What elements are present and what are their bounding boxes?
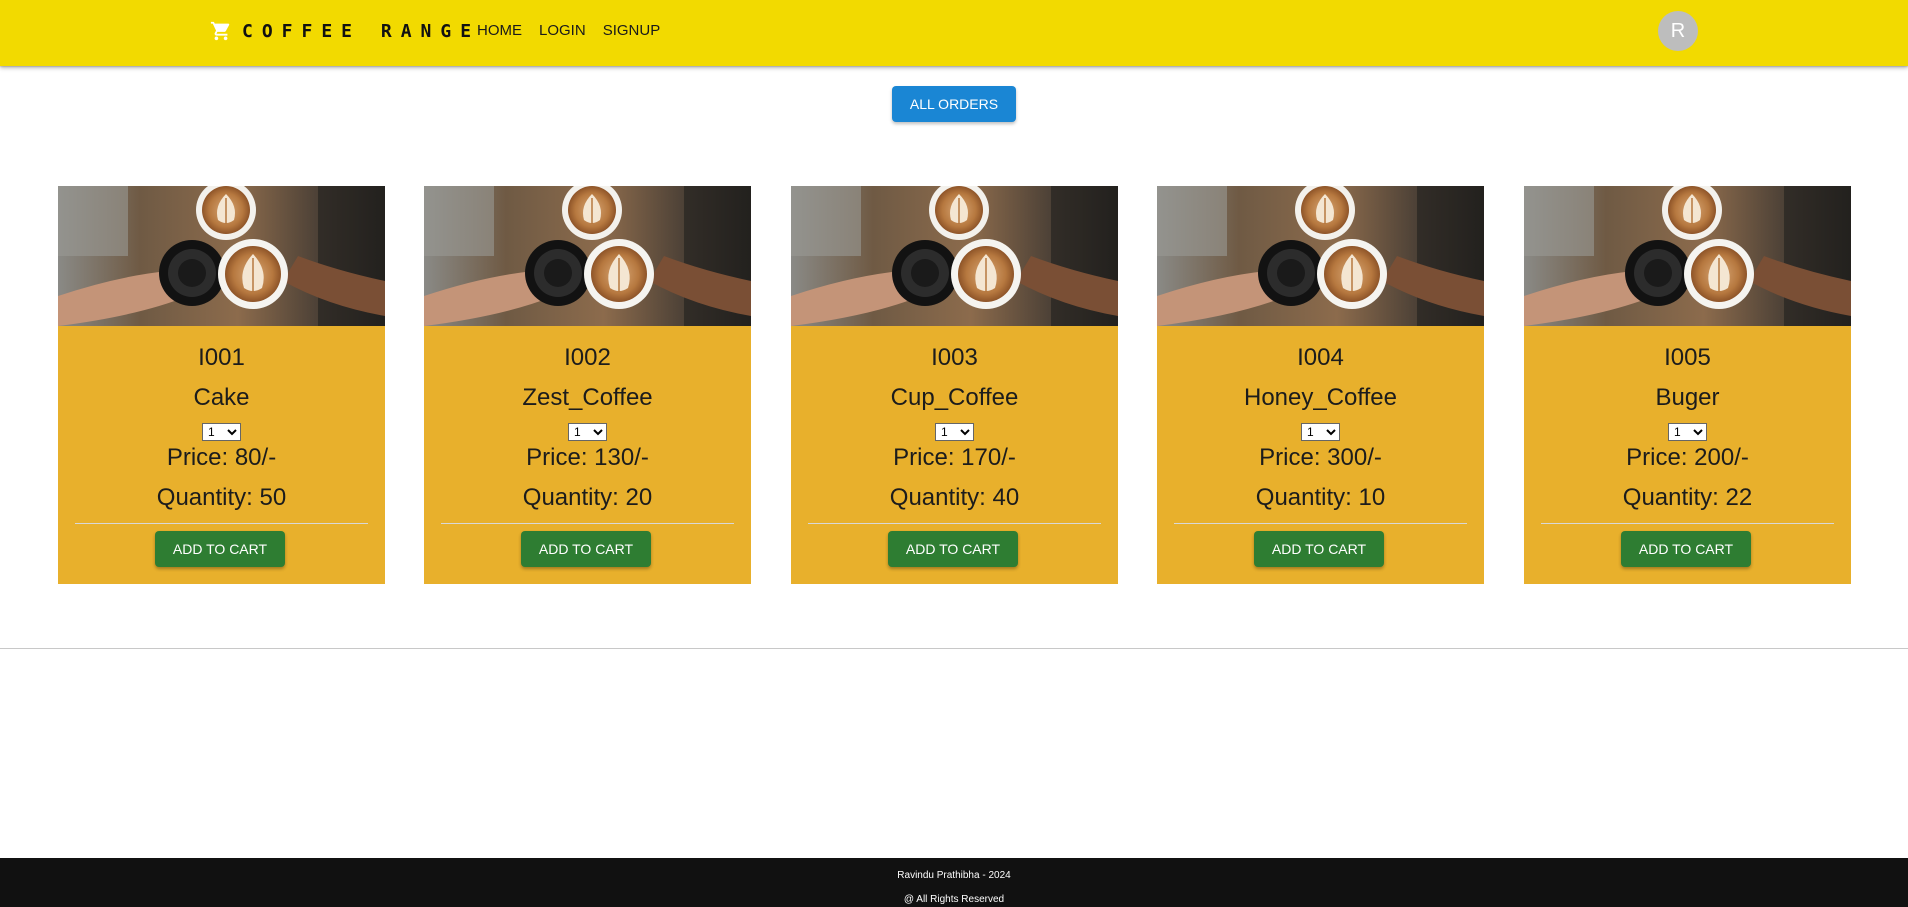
- product-quantity: Quantity: 22: [1622, 484, 1753, 511]
- product-price: Price: 200/-: [1626, 444, 1749, 471]
- card-divider: [808, 523, 1101, 524]
- nav-signup-link[interactable]: SIGNUP: [603, 22, 661, 39]
- product-quantity: Quantity: 20: [522, 484, 653, 511]
- quantity-select[interactable]: 1: [935, 423, 974, 441]
- footer-rights: @ All Rights Reserved: [903, 894, 1005, 905]
- product-image: [1157, 186, 1484, 326]
- product-quantity: Quantity: 50: [156, 484, 287, 511]
- add-to-cart-button[interactable]: ADD TO CART: [888, 531, 1018, 567]
- card-divider: [1174, 523, 1467, 524]
- product-name: Honey_Coffee: [1244, 384, 1397, 411]
- product-price: Price: 300/-: [1259, 444, 1382, 471]
- product-card: I003 Cup_Coffee 1 Price: 170/- Quantity:…: [791, 186, 1118, 584]
- nav-login-link[interactable]: LOGIN: [539, 22, 586, 39]
- card-divider: [441, 523, 734, 524]
- product-name: Zest_Coffee: [522, 384, 653, 411]
- shopping-cart-icon: [210, 21, 230, 41]
- card-divider: [75, 523, 368, 524]
- product-card: I004 Honey_Coffee 1 Price: 300/- Quantit…: [1157, 186, 1484, 584]
- product-id: I002: [564, 344, 611, 371]
- product-id: I003: [931, 344, 978, 371]
- brand-name: COFFEE RANGE: [242, 20, 481, 42]
- add-to-cart-button[interactable]: ADD TO CART: [521, 531, 651, 567]
- product-id: I001: [198, 344, 245, 371]
- product-image: [58, 186, 385, 326]
- content-divider: [0, 648, 1908, 649]
- quantity-select[interactable]: 1: [568, 423, 607, 441]
- product-id: I004: [1297, 344, 1344, 371]
- quantity-select[interactable]: 1: [202, 423, 241, 441]
- product-card: I001 Cake 1 Price: 80/- Quantity: 50 ADD…: [58, 186, 385, 584]
- product-price: Price: 80/-: [166, 444, 277, 471]
- footer-credit: Ravindu Prathibha - 2024: [897, 870, 1011, 881]
- product-name: Buger: [1655, 384, 1720, 411]
- card-divider: [1541, 523, 1834, 524]
- app-bar: COFFEE RANGE HOME LOGIN SIGNUP R: [0, 0, 1908, 66]
- add-to-cart-button[interactable]: ADD TO CART: [155, 531, 285, 567]
- product-price: Price: 170/-: [893, 444, 1016, 471]
- product-image: [1524, 186, 1851, 326]
- add-to-cart-button[interactable]: ADD TO CART: [1254, 531, 1384, 567]
- product-card: I005 Buger 1 Price: 200/- Quantity: 22 A…: [1524, 186, 1851, 584]
- nav-home-link[interactable]: HOME: [477, 22, 522, 39]
- product-id: I005: [1664, 344, 1711, 371]
- quantity-select[interactable]: 1: [1668, 423, 1707, 441]
- all-orders-button[interactable]: ALL ORDERS: [892, 86, 1016, 122]
- product-image: [424, 186, 751, 326]
- brand[interactable]: COFFEE RANGE: [210, 20, 480, 42]
- footer: Ravindu Prathibha - 2024 @ All Rights Re…: [0, 858, 1908, 907]
- product-card: I002 Zest_Coffee 1 Price: 130/- Quantity…: [424, 186, 751, 584]
- product-name: Cup_Coffee: [890, 384, 1019, 411]
- add-to-cart-button[interactable]: ADD TO CART: [1621, 531, 1751, 567]
- main-nav: HOME LOGIN SIGNUP: [470, 22, 670, 39]
- product-quantity: Quantity: 10: [1255, 484, 1386, 511]
- product-price: Price: 130/-: [526, 444, 649, 471]
- product-name: Cake: [193, 384, 250, 411]
- product-quantity: Quantity: 40: [889, 484, 1020, 511]
- user-avatar[interactable]: R: [1658, 11, 1698, 51]
- product-image: [791, 186, 1118, 326]
- quantity-select[interactable]: 1: [1301, 423, 1340, 441]
